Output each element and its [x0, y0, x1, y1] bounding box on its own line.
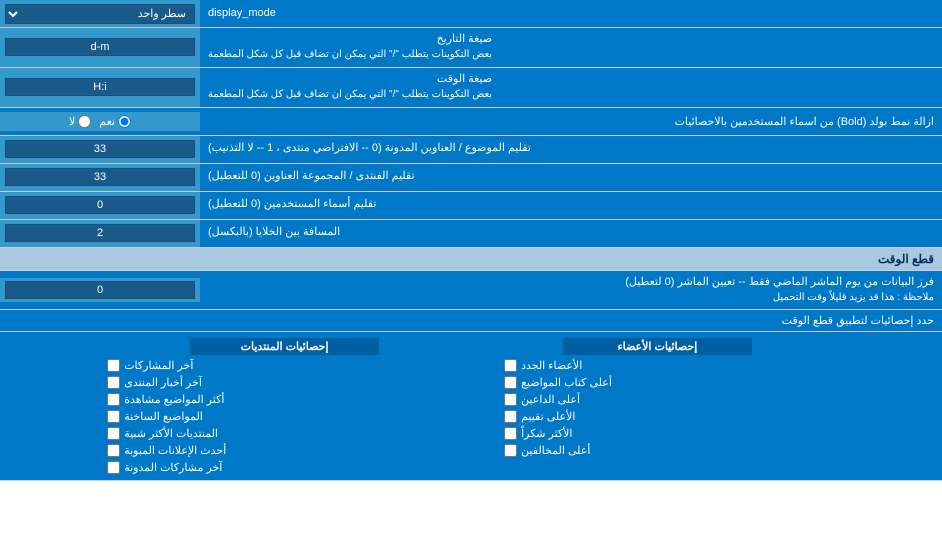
radio-yes-label[interactable]: نعم [99, 115, 131, 128]
cb-last-blog-posts[interactable] [107, 461, 120, 474]
remove-bold-control: نعم لا [0, 112, 200, 131]
cb-top-writers[interactable] [504, 376, 517, 389]
cb-top-violators[interactable] [504, 444, 517, 457]
checkbox-item-new-members: الأعضاء الجدد [504, 359, 835, 372]
realtime-section-header: قطع الوقت [0, 248, 942, 271]
main-container: display_mode سطر واحد متعدد الصفوف صيغة … [0, 0, 942, 481]
date-format-row: صيغة التاريخ بعض التكوينات يتطلب "/" الت… [0, 28, 942, 68]
cell-spacing-row: المسافة بين الخلايا (بالبكسل) [0, 220, 942, 248]
cb-most-thanked[interactable] [504, 427, 517, 440]
usernames-trim-control [0, 192, 200, 219]
time-format-label: صيغة الوقت بعض التكوينات يتطلب "/" التي … [200, 68, 942, 107]
checkbox-item-last-blog-posts: آخر مشاركات المدونة [107, 461, 438, 474]
checkbox-item-last-posts: آخر المشاركات [107, 359, 438, 372]
checkbox-item-top-violators: أعلى المخالفين [504, 444, 835, 457]
cb-last-blog-posts-label: آخر مشاركات المدونة [124, 461, 222, 474]
checkbox-item-hot-topics: المواضيع الساخنة [107, 410, 438, 423]
fetch-days-input[interactable] [5, 281, 195, 299]
checkbox-item-latest-classifieds: أحدث الإعلانات المبوبة [107, 444, 438, 457]
fetch-days-control [0, 278, 200, 302]
usernames-trim-row: تقليم أسماء المستخدمين (0 للتعطيل) [0, 192, 942, 220]
topic-sort-control [0, 136, 200, 163]
checkboxes-header: إحصائيات الأعضاء إحصائيات المنتديات [8, 338, 934, 355]
cb-top-inviters-label: أعلى الداعين [521, 393, 580, 406]
radio-yes[interactable] [118, 115, 131, 128]
cb-new-members[interactable] [504, 359, 517, 372]
radio-no-text: لا [69, 115, 75, 128]
checkbox-item-last-news: آخر أخبار المنتدى [107, 376, 438, 389]
time-format-input[interactable] [5, 78, 195, 96]
checkbox-item-most-thanked: الأكثر شكراً [504, 427, 835, 440]
display-mode-select[interactable]: سطر واحد متعدد الصفوف [5, 4, 195, 24]
radio-no-label[interactable]: لا [69, 115, 91, 128]
cb-last-posts-label: آخر المشاركات [124, 359, 193, 372]
remove-bold-row: ازالة نمط بولد (Bold) من اسماء المستخدمي… [0, 108, 942, 136]
cb-latest-classifieds-label: أحدث الإعلانات المبوبة [124, 444, 226, 457]
date-format-hint: بعض التكوينات يتطلب "/" التي يمكن ان تضا… [208, 49, 492, 60]
fetch-days-row: فرز البيانات من يوم الماشر الماضي فقط --… [0, 271, 942, 311]
date-format-label: صيغة التاريخ بعض التكوينات يتطلب "/" الت… [200, 28, 942, 67]
display-mode-control: سطر واحد متعدد الصفوف [0, 0, 200, 27]
cb-hot-topics[interactable] [107, 410, 120, 423]
cell-spacing-input[interactable] [5, 224, 195, 242]
checkbox-col-members: الأعضاء الجدد أعلى كتاب المواضيع أعلى ال… [504, 359, 835, 474]
cb-popular-forums-label: المنتديات الأكثر شبية [124, 427, 218, 440]
checkboxes-header-col2: إحصائيات المنتديات [190, 338, 378, 355]
forum-sort-row: تقليم الفنتدى / المجموعة العناوين (0 للت… [0, 164, 942, 192]
cb-last-news-label: آخر أخبار المنتدى [124, 376, 202, 389]
cb-top-writers-label: أعلى كتاب المواضيع [521, 376, 612, 389]
topic-sort-row: تقليم الموضوع / العناوين المدونة (0 -- ا… [0, 136, 942, 164]
usernames-trim-label: تقليم أسماء المستخدمين (0 للتعطيل) [200, 192, 942, 219]
radio-yes-text: نعم [99, 115, 115, 128]
time-format-label-text: صيغة الوقت بعض التكوينات يتطلب "/" التي … [208, 72, 492, 103]
limit-label-text: حدد إحصائيات لتطبيق قطع الوقت [782, 315, 934, 327]
cell-spacing-label: المسافة بين الخلايا (بالبكسل) [200, 220, 942, 247]
fetch-days-label: فرز البيانات من يوم الماشر الماضي فقط --… [200, 271, 942, 310]
realtime-section-title: قطع الوقت [878, 252, 934, 266]
checkboxes-header-col1: إحصائيات الأعضاء [563, 338, 751, 355]
forum-sort-input[interactable] [5, 168, 195, 186]
remove-bold-label: ازالة نمط بولد (Bold) من اسماء المستخدمي… [200, 111, 942, 132]
checkbox-item-popular-forums: المنتديات الأكثر شبية [107, 427, 438, 440]
date-format-input[interactable] [5, 38, 195, 56]
cb-popular-forums[interactable] [107, 427, 120, 440]
cb-top-inviters[interactable] [504, 393, 517, 406]
checkbox-item-top-writers: أعلى كتاب المواضيع [504, 376, 835, 389]
display-mode-row: display_mode سطر واحد متعدد الصفوف [0, 0, 942, 28]
checkbox-col-forums: آخر المشاركات آخر أخبار المنتدى أكثر الم… [107, 359, 438, 474]
cb-most-viewed-label: أكثر المواضيع مشاهدة [124, 393, 224, 406]
time-format-control [0, 68, 200, 107]
usernames-trim-input[interactable] [5, 196, 195, 214]
limit-label-row: حدد إحصائيات لتطبيق قطع الوقت [0, 310, 942, 332]
cb-latest-classifieds[interactable] [107, 444, 120, 457]
checkbox-item-top-rated: الأعلى تقييم [504, 410, 835, 423]
topic-sort-input[interactable] [5, 140, 195, 158]
time-format-hint: بعض التكوينات يتطلب "/" التي يمكن ان تضا… [208, 89, 492, 100]
fetch-days-note: ملاحظة : هذا قد يزيد قليلاً وقت التحميل [773, 292, 934, 303]
cb-top-rated[interactable] [504, 410, 517, 423]
checkbox-item-most-viewed: أكثر المواضيع مشاهدة [107, 393, 438, 406]
date-format-label-text: صيغة التاريخ بعض التكوينات يتطلب "/" الت… [208, 32, 492, 63]
checkbox-item-top-inviters: أعلى الداعين [504, 393, 835, 406]
cb-last-news[interactable] [107, 376, 120, 389]
cb-top-violators-label: أعلى المخالفين [521, 444, 590, 457]
time-format-row: صيغة الوقت بعض التكوينات يتطلب "/" التي … [0, 68, 942, 108]
forum-sort-control [0, 164, 200, 191]
cb-hot-topics-label: المواضيع الساخنة [124, 410, 203, 423]
checkboxes-area: إحصائيات الأعضاء إحصائيات المنتديات الأع… [0, 332, 942, 481]
topic-sort-label: تقليم الموضوع / العناوين المدونة (0 -- ا… [200, 136, 942, 163]
radio-no[interactable] [78, 115, 91, 128]
cb-top-rated-label: الأعلى تقييم [521, 410, 575, 423]
cb-new-members-label: الأعضاء الجدد [521, 359, 582, 372]
forum-sort-label: تقليم الفنتدى / المجموعة العناوين (0 للت… [200, 164, 942, 191]
cb-most-thanked-label: الأكثر شكراً [521, 427, 572, 440]
display-mode-label: display_mode [200, 0, 942, 27]
checkboxes-row: الأعضاء الجدد أعلى كتاب المواضيع أعلى ال… [8, 359, 934, 474]
cb-last-posts[interactable] [107, 359, 120, 372]
cb-most-viewed[interactable] [107, 393, 120, 406]
date-format-control [0, 28, 200, 67]
cell-spacing-control [0, 220, 200, 247]
